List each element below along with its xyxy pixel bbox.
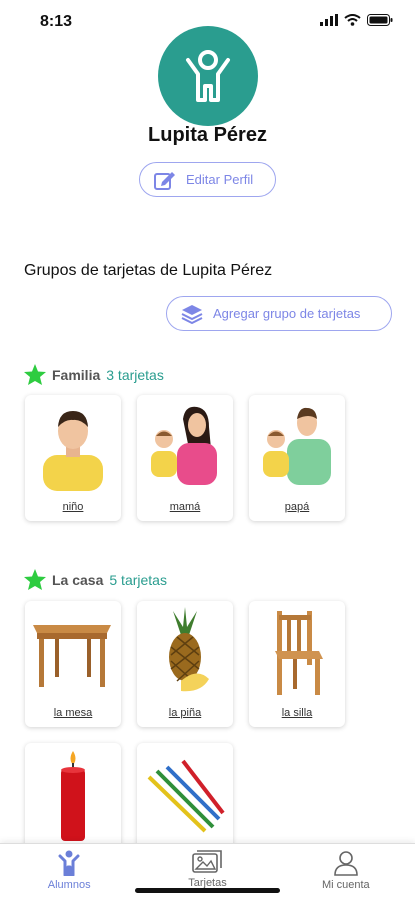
- card-label: la piña: [168, 707, 202, 719]
- tab-label: Alumnos: [47, 879, 91, 891]
- pencils-photo: [147, 759, 225, 833]
- group-header-la-casa[interactable]: La casa 5 tarjetas: [24, 569, 167, 590]
- candle-photo: [61, 751, 85, 841]
- group-title: Familia: [52, 366, 101, 383]
- card-la-mesa[interactable]: la mesa: [25, 601, 121, 727]
- boy-photo: [43, 411, 103, 491]
- tab-mi-cuenta[interactable]: Mi cuenta: [277, 844, 415, 900]
- profile-name: Lupita Pérez: [148, 124, 267, 146]
- edit-profile-button[interactable]: Editar Perfil: [139, 162, 276, 197]
- card-label: la silla: [281, 707, 313, 719]
- card-papa[interactable]: papá: [249, 395, 345, 521]
- card-la-silla[interactable]: la silla: [249, 601, 345, 727]
- card-nino[interactable]: niño: [25, 395, 121, 521]
- table-photo: [33, 625, 111, 687]
- wifi-icon: [344, 14, 361, 26]
- profile-avatar: [158, 26, 258, 126]
- mother-photo: [151, 406, 217, 485]
- status-icons: [320, 14, 393, 26]
- edit-profile-label: Editar Perfil: [186, 172, 254, 187]
- card-mama[interactable]: mamá: [137, 395, 233, 521]
- student-icon: [58, 850, 80, 876]
- card-label: mamá: [169, 501, 201, 513]
- tab-alumnos[interactable]: Alumnos: [0, 844, 138, 900]
- signal-icon: [320, 14, 338, 26]
- battery-icon: [367, 14, 393, 26]
- add-group-button[interactable]: Agregar grupo de tarjetas: [166, 296, 392, 331]
- star-icon: [24, 364, 46, 385]
- group-count: 3 tarjetas: [106, 366, 164, 383]
- father-photo: [263, 407, 331, 485]
- tab-label: Mi cuenta: [321, 879, 370, 891]
- card-la-pina[interactable]: la piña: [137, 601, 233, 727]
- account-icon: [334, 851, 358, 876]
- card-label: papá: [284, 501, 310, 513]
- pineapple-photo: [169, 607, 209, 692]
- cards-icon: [192, 850, 223, 873]
- group-count: 5 tarjetas: [109, 571, 167, 588]
- group-header-familia[interactable]: Familia 3 tarjetas: [24, 364, 164, 385]
- status-time: 8:13: [40, 13, 73, 30]
- layers-icon: [181, 304, 203, 324]
- group-title: La casa: [52, 571, 104, 588]
- card-label: niño: [62, 501, 84, 513]
- child-icon: [186, 50, 230, 102]
- add-group-label: Agregar grupo de tarjetas: [213, 306, 361, 321]
- chair-photo: [275, 611, 323, 695]
- home-indicator: [135, 888, 280, 893]
- star-icon: [24, 569, 46, 590]
- card-label: la mesa: [53, 707, 93, 719]
- groups-heading: Grupos de tarjetas de Lupita Pérez: [24, 262, 273, 279]
- edit-icon: [154, 171, 175, 190]
